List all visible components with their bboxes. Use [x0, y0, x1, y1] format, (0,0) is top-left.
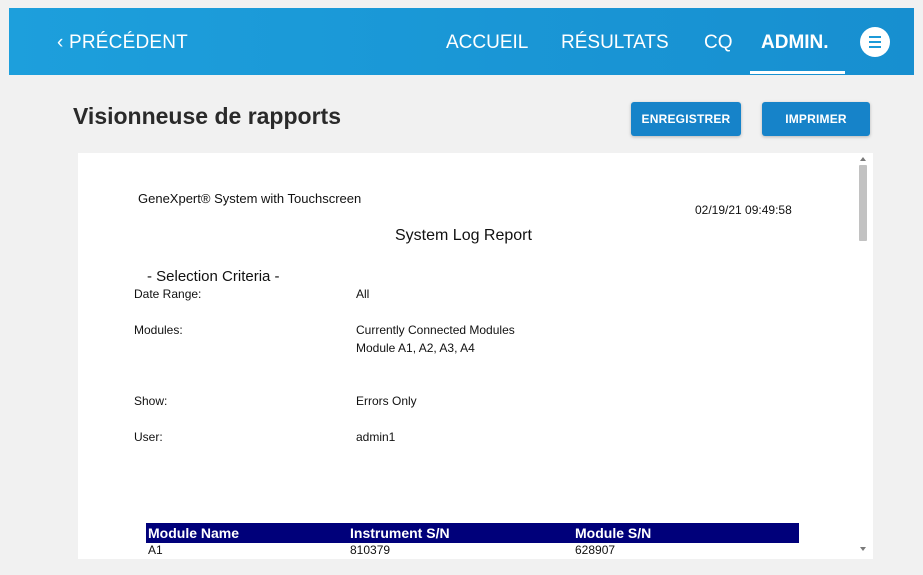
print-button[interactable]: IMPRIMER	[762, 102, 870, 136]
report-scrollbar[interactable]	[851, 153, 873, 559]
nav-admin[interactable]: ADMIN.	[761, 32, 829, 54]
page-title: Visionneuse de rapports	[73, 103, 341, 129]
top-nav-bar: ‹ PRÉCÉDENT ACCUEIL RÉSULTATS CQ ADMIN.	[9, 8, 914, 75]
cell-module-sn: 628907	[575, 543, 616, 557]
criteria-label-date-range: Date Range:	[134, 287, 202, 301]
scroll-down-arrow-icon[interactable]	[860, 547, 866, 551]
scroll-thumb[interactable]	[859, 165, 867, 241]
table-header: Module Name Instrument S/N Module S/N	[146, 523, 799, 543]
nav-accueil[interactable]: ACCUEIL	[446, 32, 528, 54]
report-datetime: 02/19/21 09:49:58	[695, 203, 792, 217]
nav-cq[interactable]: CQ	[704, 32, 733, 54]
criteria-value-user: admin1	[356, 430, 396, 444]
menu-icon[interactable]	[860, 27, 890, 57]
scroll-up-arrow-icon[interactable]	[860, 157, 866, 161]
nav-resultats[interactable]: RÉSULTATS	[561, 32, 669, 54]
cell-instrument-sn: 810379	[350, 543, 391, 557]
criteria-value-modules-list: Module A1, A2, A3, A4	[356, 341, 475, 355]
criteria-label-user: User:	[134, 430, 163, 444]
column-header-instrument-sn: Instrument S/N	[350, 525, 450, 541]
criteria-value-date-range: All	[356, 287, 370, 301]
column-header-module-name: Module Name	[148, 525, 240, 541]
criteria-heading: - Selection Criteria -	[147, 268, 280, 285]
column-header-module-sn: Module S/N	[575, 525, 652, 541]
back-button[interactable]: ‹ PRÉCÉDENT	[57, 32, 188, 54]
criteria-label-modules: Modules:	[134, 323, 183, 337]
criteria-label-show: Show:	[134, 394, 168, 408]
report-header: GeneXpert® System with Touchscreen	[138, 191, 362, 206]
cell-module-name: A1	[148, 543, 163, 557]
criteria-value-modules: Currently Connected Modules	[356, 323, 515, 337]
report-title: System Log Report	[395, 227, 532, 244]
criteria-value-show: Errors Only	[356, 394, 417, 408]
active-tab-indicator	[750, 71, 845, 74]
report-viewer[interactable]: GeneXpert® System with Touchscreen 02/19…	[78, 153, 873, 559]
save-button[interactable]: ENREGISTRER	[631, 102, 741, 136]
